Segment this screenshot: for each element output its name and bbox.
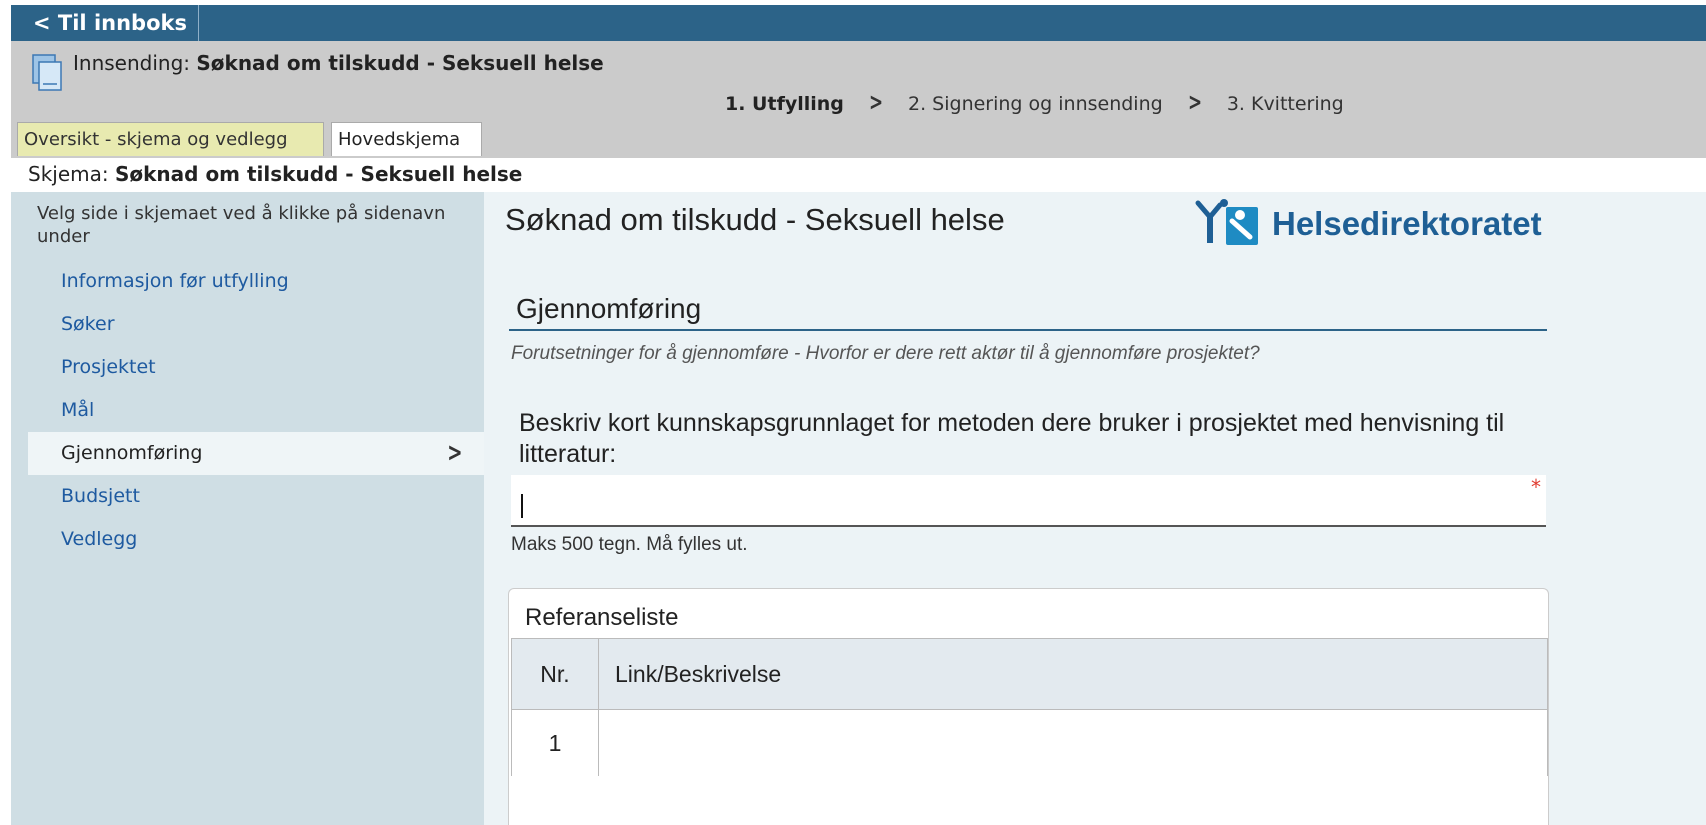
sidebar-item-mal[interactable]: Mål [28,389,484,432]
submission-prefix: Innsending: [73,51,197,75]
sidebar-item-informasjon[interactable]: Informasjon før utfylling [28,260,484,303]
submission-header: Innsending: Søknad om tilskudd - Seksuel… [11,41,1706,158]
required-marker: * [1531,475,1541,499]
step-2: 2. Signering og innsending [908,93,1163,115]
column-header-nr: Nr. [511,638,599,710]
progress-steps: 1. Utfylling >2. Signering og innsending >… [725,88,1344,116]
sidebar-item-soker[interactable]: Søker [28,303,484,346]
field-hint: Maks 500 tegn. Må fylles ut. [511,534,748,555]
logo-icon [1195,199,1258,245]
reference-list: Referanseliste Nr. Link/Beskrivelse 1 [508,588,1549,825]
form-main: Søknad om tilskudd - Seksuell helse Hels… [484,192,1706,825]
schema-line: Skjema: Søknad om tilskudd - Seksuell he… [28,162,522,186]
column-header-description: Link/Beskrivelse [598,638,1548,710]
chevron-right-icon: > [868,88,883,116]
submission-title: Innsending: Søknad om tilskudd - Seksuel… [73,51,604,75]
chevron-right-icon: > [447,438,463,468]
table-header-row: Nr. Link/Beskrivelse [511,638,1548,710]
helsedirektoratet-logo: Helsedirektoratet [1194,197,1550,249]
submission-name: Søknad om tilskudd - Seksuell helse [196,51,604,75]
sidebar-item-gjennomforing[interactable]: Gjennomføring > [28,432,484,475]
section-divider [509,329,1547,331]
chevron-right-icon: > [1187,88,1202,116]
sidebar-item-label: Gjennomføring [61,442,203,464]
reference-list-title: Referanseliste [525,604,679,631]
form-title: Søknad om tilskudd - Seksuell helse [505,202,1005,237]
text-caret [521,494,523,518]
reference-table: Nr. Link/Beskrivelse 1 [511,638,1548,776]
document-icon [32,54,62,91]
table-row: 1 [511,709,1548,776]
section-subtitle: Forutsetninger for å gjennomføre - Hvorf… [511,343,1260,364]
schema-title: Søknad om tilskudd - Seksuell helse [114,162,523,186]
section-title: Gjennomføring [516,293,702,324]
row-description-cell[interactable] [598,709,1548,776]
sidebar-intro: Velg side i skjemaet ved å klikke på sid… [37,203,446,247]
logo-text: Helsedirektoratet [1272,205,1542,242]
sidebar: Velg side i skjemaet ved å klikke på sid… [11,192,484,825]
tab-main-form[interactable]: Hovedskjema [331,122,482,156]
step-3: 3. Kvittering [1226,93,1344,115]
knowledge-basis-input[interactable]: * [511,475,1546,527]
question-label: Beskriv kort kunnskapsgrunnlaget for met… [519,409,1505,468]
sidebar-item-budsjett[interactable]: Budsjett [28,475,484,518]
sidebar-item-prosjektet[interactable]: Prosjektet [28,346,484,389]
row-number: 1 [511,709,599,776]
back-to-inbox-button[interactable]: < Til innboks [11,5,199,41]
sidebar-item-vedlegg[interactable]: Vedlegg [28,518,484,561]
tab-overview[interactable]: Oversikt - skjema og vedlegg [17,122,324,156]
step-1: 1. Utfylling [725,93,844,115]
schema-prefix: Skjema: [28,162,115,186]
top-bar: < Til innboks [11,5,1706,41]
